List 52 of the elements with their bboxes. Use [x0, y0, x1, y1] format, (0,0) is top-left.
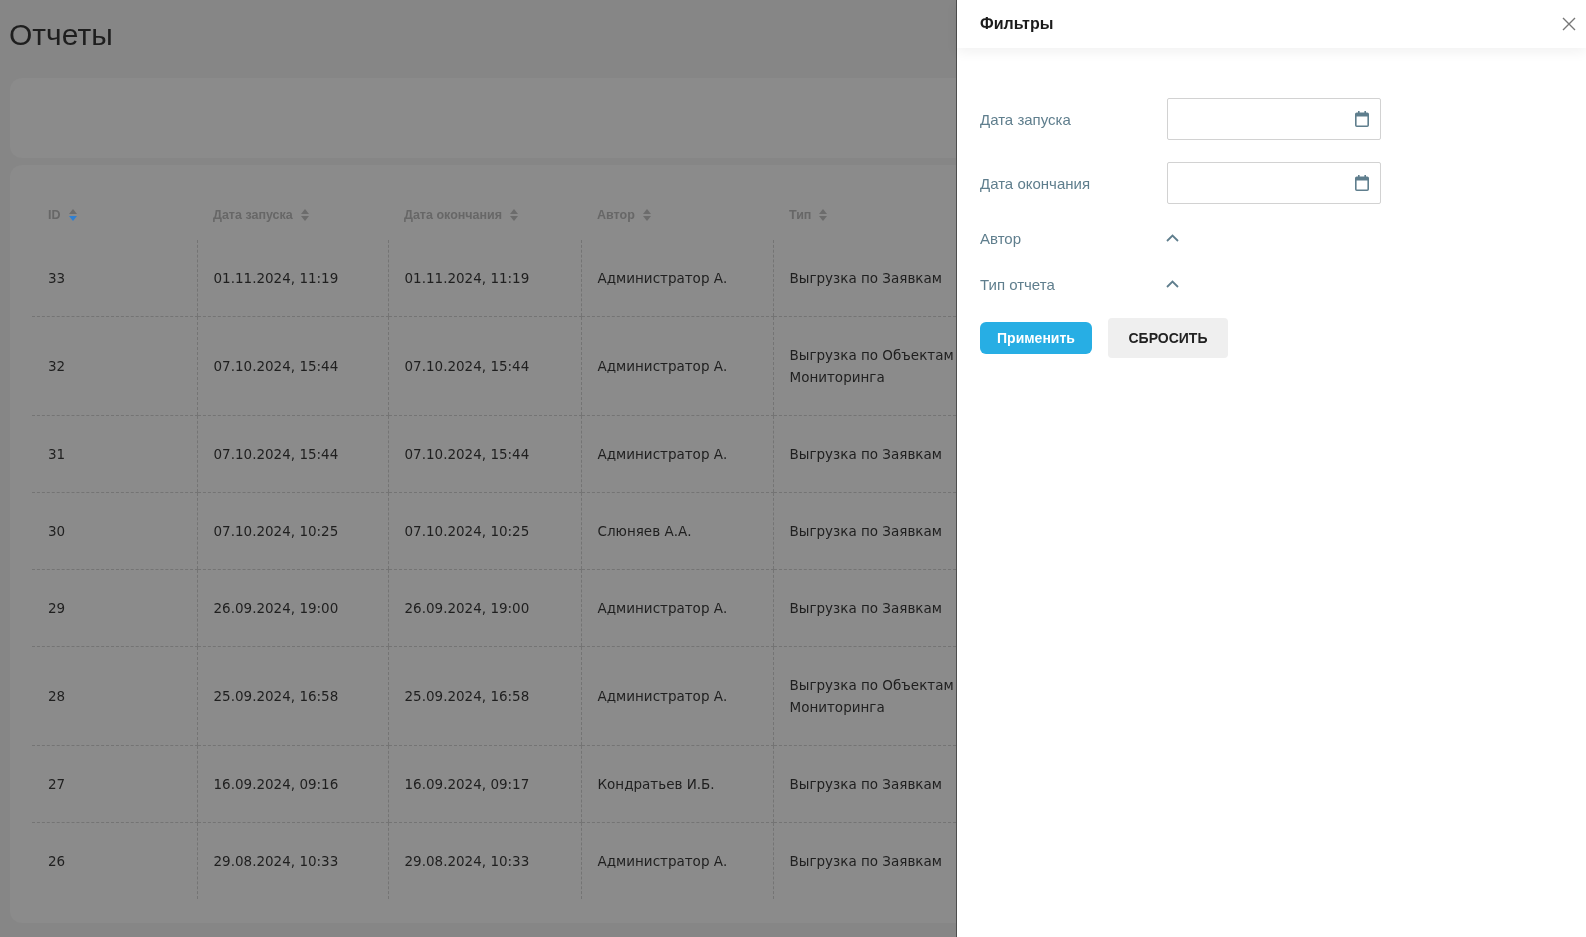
panel-title: Фильтры: [980, 15, 1054, 33]
sort-icon[interactable]: [68, 209, 77, 221]
table-cell: 28: [32, 646, 197, 746]
table-cell: Администратор А.: [581, 646, 773, 746]
sort-icon[interactable]: [510, 209, 519, 221]
sort-icon[interactable]: [300, 209, 309, 221]
reset-button[interactable]: СБРОСИТЬ: [1108, 318, 1228, 358]
table-cell: 25.09.2024, 16:58: [388, 646, 581, 746]
sort-icon[interactable]: [642, 209, 651, 221]
table-cell: 29.08.2024, 10:33: [197, 822, 388, 899]
table-cell: Администратор А.: [581, 316, 773, 416]
table-cell: 07.10.2024, 15:44: [388, 415, 581, 493]
calendar-icon[interactable]: [1355, 111, 1369, 127]
date-field[interactable]: [1167, 162, 1381, 204]
table-cell: 01.11.2024, 11:19: [388, 240, 581, 317]
table-cell: Слюняев А.А.: [581, 492, 773, 570]
filter-label: Автор: [980, 229, 1023, 247]
table-cell: 07.10.2024, 10:25: [388, 492, 581, 570]
table-cell: Администратор А.: [581, 415, 773, 493]
table-cell: 25.09.2024, 16:58: [197, 646, 388, 746]
page-title: Отчеты: [9, 18, 113, 52]
table-cell: 27: [32, 745, 197, 823]
filter-label: Тип отчета: [980, 275, 1056, 293]
close-icon[interactable]: [1562, 17, 1576, 31]
table-cell: Администратор А.: [581, 822, 773, 899]
table-cell: 16.09.2024, 09:16: [197, 745, 388, 823]
date-field[interactable]: [1167, 98, 1381, 140]
table-cell: 29: [32, 569, 197, 647]
apply-button[interactable]: Применить: [980, 322, 1092, 354]
table-cell: 07.10.2024, 15:44: [197, 415, 388, 493]
table-cell: 33: [32, 240, 197, 317]
table-cell: Администратор А.: [581, 569, 773, 647]
table-cell: Кондратьев И.Б.: [581, 745, 773, 823]
table-cell: 07.10.2024, 15:44: [388, 316, 581, 416]
table-cell: 31: [32, 415, 197, 493]
table-cell: 30: [32, 492, 197, 570]
table-cell: 01.11.2024, 11:19: [197, 240, 388, 317]
table-cell: 32: [32, 316, 197, 416]
table-cell: Администратор А.: [581, 240, 773, 317]
sort-icon[interactable]: [819, 209, 828, 221]
table-cell: 07.10.2024, 10:25: [197, 492, 388, 570]
table-cell: 26.09.2024, 19:00: [388, 569, 581, 647]
table-cell: 29.08.2024, 10:33: [388, 822, 581, 899]
chevron-up-icon[interactable]: [1166, 234, 1179, 242]
chevron-up-icon[interactable]: [1166, 280, 1179, 288]
calendar-icon[interactable]: [1355, 175, 1369, 191]
table-cell: 07.10.2024, 15:44: [197, 316, 388, 416]
table-cell: 26: [32, 822, 197, 899]
filter-label: Дата запуска: [980, 110, 1072, 128]
table-cell: 16.09.2024, 09:17: [388, 745, 581, 823]
filter-label: Дата окончания: [980, 174, 1092, 192]
table-cell: 26.09.2024, 19:00: [197, 569, 388, 647]
